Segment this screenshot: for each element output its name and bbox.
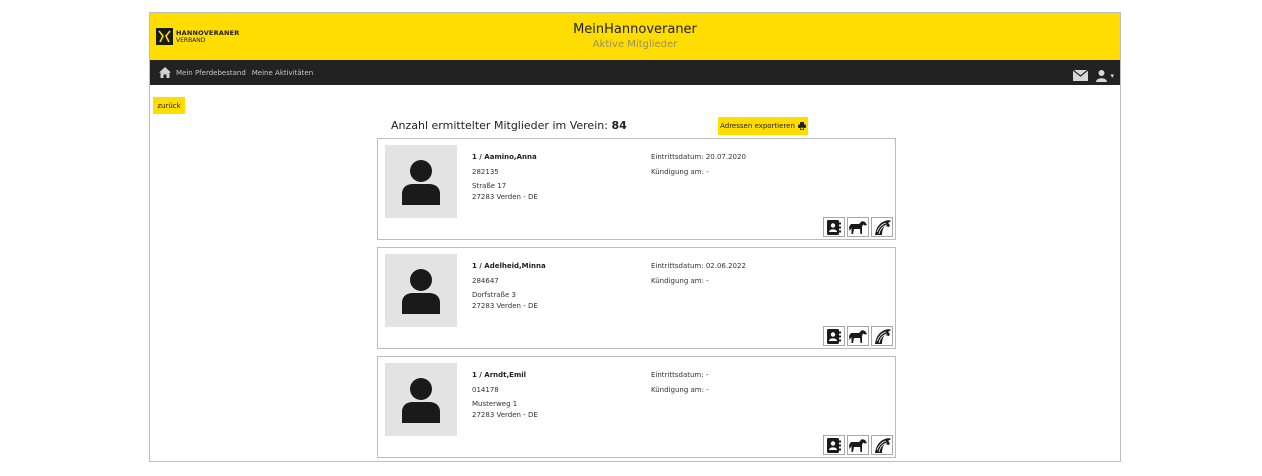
member-street: Dorfstraße 3 (472, 291, 516, 299)
app-frame: HANNOVERANER VERBAND MeinHannoveraner Ak… (149, 12, 1121, 462)
member-street: Musterweg 1 (472, 400, 518, 408)
horse-icon (849, 221, 867, 234)
horse-icon (849, 330, 867, 343)
horse-head-button[interactable] (871, 435, 893, 455)
person-placeholder-icon (402, 159, 440, 205)
nav-right-tools: ▾ (1073, 66, 1114, 85)
member-entry-date: Eintrittsdatum: 20.07.2020 (651, 153, 746, 161)
app-title: MeinHannoveraner (573, 22, 697, 37)
nav-link-pferdebestand[interactable]: Mein Pferdebestand (176, 69, 246, 77)
member-city: 27283 Verden - DE (472, 411, 538, 419)
horse-head-icon (875, 329, 891, 344)
horse-head-button[interactable] (871, 326, 893, 346)
member-count-label: Anzahl ermittelter Mitglieder im Verein: (391, 119, 608, 132)
member-city: 27283 Verden - DE (472, 193, 538, 201)
member-entry-date: Eintrittsdatum: 02.06.2022 (651, 262, 746, 270)
member-card: 1 / Adelheid,Minna 284647 Dorfstraße 3 2… (377, 247, 896, 349)
user-icon (1096, 69, 1108, 82)
mail-icon[interactable] (1073, 66, 1089, 85)
member-cancellation: Kündigung am: - (651, 277, 709, 285)
contact-book-button[interactable] (823, 435, 845, 455)
horse-button[interactable] (847, 435, 869, 455)
contact-book-icon (827, 219, 841, 235)
person-placeholder-icon (402, 268, 440, 314)
user-menu[interactable]: ▾ (1096, 69, 1114, 82)
member-name: 1 / Aamino,Anna (472, 153, 537, 161)
contact-book-icon (827, 437, 841, 453)
person-placeholder-icon (402, 377, 440, 423)
horse-icon (849, 439, 867, 452)
contact-book-button[interactable] (823, 326, 845, 346)
nav-link-aktivitaeten[interactable]: Meine Aktivitäten (252, 69, 313, 77)
back-button[interactable]: zurück (153, 97, 185, 114)
member-cancellation: Kündigung am: - (651, 386, 709, 394)
header: HANNOVERANER VERBAND MeinHannoveraner Ak… (150, 13, 1120, 60)
member-city: 27283 Verden - DE (472, 302, 538, 310)
member-actions (823, 326, 893, 346)
export-label: Adressen exportieren (720, 122, 795, 130)
member-card: 1 / Arndt,Emil 014178 Musterweg 1 27283 … (377, 356, 896, 458)
member-number: 284647 (472, 277, 499, 285)
member-card: 1 / Aamino,Anna 282135 Straße 17 27283 V… (377, 138, 896, 240)
horse-head-icon (875, 438, 891, 453)
contact-book-button[interactable] (823, 217, 845, 237)
member-avatar (385, 254, 457, 327)
member-number: 014178 (472, 386, 499, 394)
chevron-down-icon: ▾ (1110, 71, 1114, 80)
member-name: 1 / Arndt,Emil (472, 371, 527, 379)
member-number: 282135 (472, 168, 499, 176)
horse-button[interactable] (847, 217, 869, 237)
member-avatar (385, 363, 457, 436)
member-avatar (385, 145, 457, 218)
export-addresses-button[interactable]: Adressen exportieren (718, 117, 808, 135)
horse-head-button[interactable] (871, 217, 893, 237)
member-entry-date: Eintrittsdatum: - (651, 371, 709, 379)
member-cancellation: Kündigung am: - (651, 168, 709, 176)
member-actions (823, 435, 893, 455)
print-icon (797, 122, 806, 130)
member-count-value: 84 (611, 119, 627, 132)
horse-head-icon (875, 220, 891, 235)
home-icon[interactable] (159, 67, 171, 79)
member-count: Anzahl ermittelter Mitglieder im Verein:… (391, 119, 627, 132)
page-subtitle: Aktive Mitglieder (592, 39, 678, 50)
member-actions (823, 217, 893, 237)
top-navbar: Mein Pferdebestand Meine Aktivitäten ▾ (150, 60, 1120, 85)
member-name: 1 / Adelheid,Minna (472, 262, 546, 270)
member-street: Straße 17 (472, 182, 507, 190)
contact-book-icon (827, 328, 841, 344)
horse-button[interactable] (847, 326, 869, 346)
